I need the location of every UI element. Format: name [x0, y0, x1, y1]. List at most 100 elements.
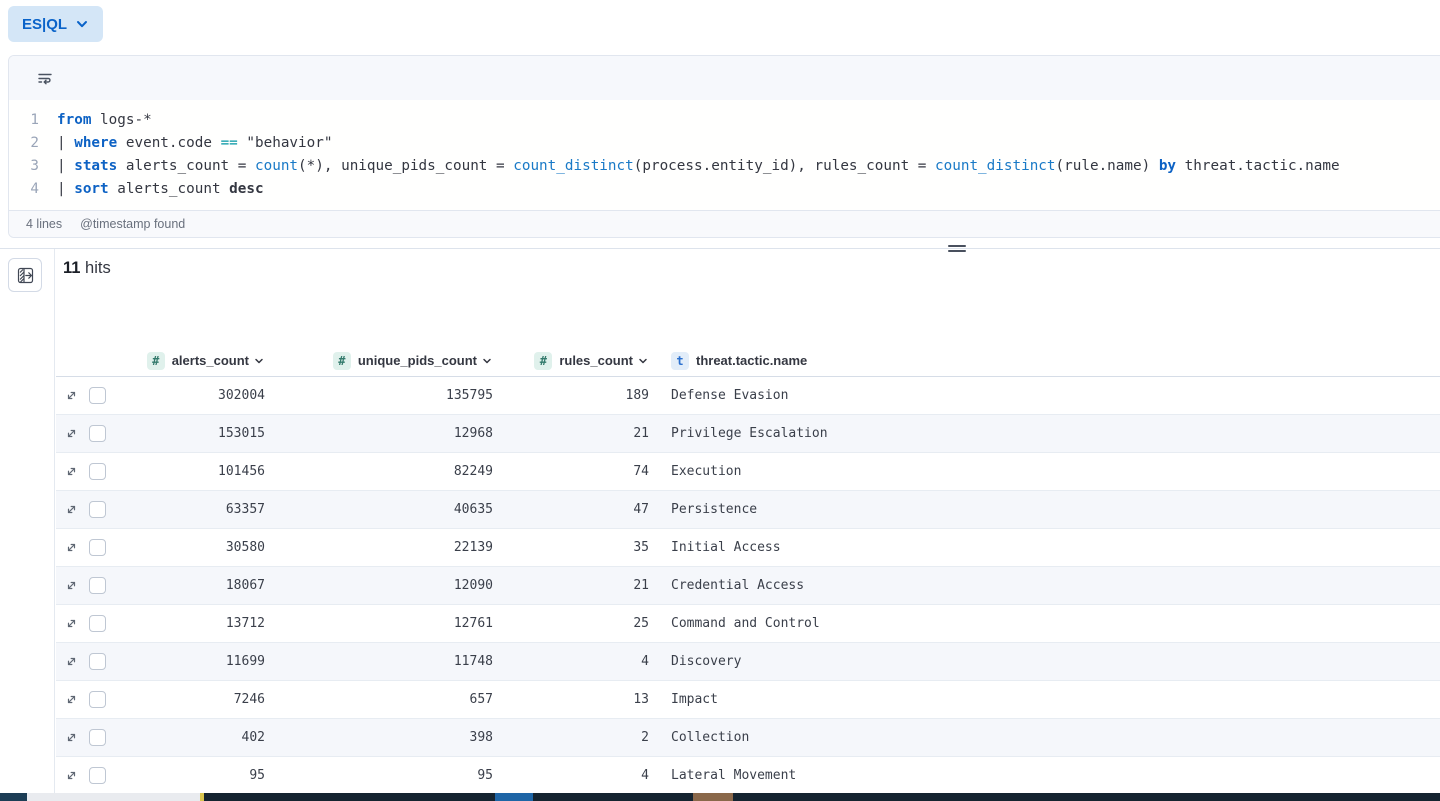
esql-code-editor[interactable]: 1 from logs-* 2 | where event.code == "beha… [9, 100, 1440, 210]
editor-toolbar [9, 56, 1440, 100]
editor-line-count: 4 lines [26, 217, 62, 231]
code-line: 2 | where event.code == "behavior" [9, 132, 1440, 155]
cell-alerts_count: 7246 [117, 692, 273, 707]
code-text: | stats alerts_count = count(*), unique_… [57, 155, 1340, 178]
panel-open-icon [17, 267, 34, 284]
expand-row-button[interactable] [63, 768, 79, 784]
number-type-icon: # [333, 352, 351, 370]
resize-handle[interactable] [948, 245, 966, 252]
column-header-threat.tactic.name[interactable]: tthreat.tactic.name [657, 352, 1440, 370]
column-header-alerts_count[interactable]: #alerts_count [117, 352, 273, 370]
keyword-type-icon: t [671, 352, 689, 370]
hits-label: hits [85, 259, 111, 277]
table-row: 724665713Impact [56, 681, 1440, 719]
chevron-down-icon [481, 355, 493, 367]
cell-threat-tactic-name: Command and Control [657, 616, 1440, 631]
cell-threat-tactic-name: Collection [657, 730, 1440, 745]
expand-row-button[interactable] [63, 502, 79, 518]
expand-row-button[interactable] [63, 578, 79, 594]
expand-icon [65, 731, 78, 744]
cell-unique_pids_count: 12761 [273, 616, 501, 631]
cell-threat-tactic-name: Initial Access [657, 540, 1440, 555]
collapsed-sidebar-rail [0, 249, 55, 793]
table-row: 11699117484Discovery [56, 643, 1440, 681]
row-select-checkbox[interactable] [89, 539, 106, 556]
row-select-checkbox[interactable] [89, 729, 106, 746]
table-row: 633574063547Persistence [56, 491, 1440, 529]
table-row: 1530151296821Privilege Escalation [56, 415, 1440, 453]
cell-threat-tactic-name: Defense Evasion [657, 388, 1440, 403]
row-controls [56, 653, 117, 670]
row-select-checkbox[interactable] [89, 501, 106, 518]
row-controls [56, 425, 117, 442]
line-number: 2 [9, 132, 39, 155]
expand-icon [65, 465, 78, 478]
strip-segment [204, 793, 495, 801]
expand-icon [65, 693, 78, 706]
line-wrap-button[interactable] [29, 62, 61, 94]
line-number: 3 [9, 155, 39, 178]
hits-count: 11 [63, 259, 80, 277]
cell-alerts_count: 11699 [117, 654, 273, 669]
strip-segment [0, 793, 27, 801]
expand-row-button[interactable] [63, 692, 79, 708]
row-select-checkbox[interactable] [89, 577, 106, 594]
esql-mode-button[interactable]: ES|QL [8, 6, 103, 42]
expand-icon [65, 617, 78, 630]
cell-rules_count: 25 [501, 616, 657, 631]
cell-alerts_count: 18067 [117, 578, 273, 593]
line-number: 1 [9, 109, 39, 132]
bottom-clipped-strip [0, 793, 1440, 801]
table-row: 137121276125Command and Control [56, 605, 1440, 643]
row-controls [56, 387, 117, 404]
expand-icon [65, 655, 78, 668]
expand-icon [65, 579, 78, 592]
results-data-grid: #alerts_count#unique_pids_count#rules_co… [56, 345, 1440, 801]
expand-row-button[interactable] [63, 464, 79, 480]
cell-threat-tactic-name: Privilege Escalation [657, 426, 1440, 441]
table-row: 302004135795189Defense Evasion [56, 377, 1440, 415]
row-select-checkbox[interactable] [89, 615, 106, 632]
code-line: 4| sort alerts_count desc [9, 178, 1440, 201]
cell-unique_pids_count: 12968 [273, 426, 501, 441]
cell-alerts_count: 63357 [117, 502, 273, 517]
code-text: | where event.code == "behavior" [57, 132, 332, 155]
column-header-rules_count[interactable]: #rules_count [501, 352, 657, 370]
expand-row-button[interactable] [63, 654, 79, 670]
cell-unique_pids_count: 135795 [273, 388, 501, 403]
column-header-unique_pids_count[interactable]: # unique_pids_count [273, 352, 501, 370]
code-line: 1 from logs-* [9, 109, 1440, 132]
row-select-checkbox[interactable] [89, 463, 106, 480]
expand-row-button[interactable] [63, 616, 79, 632]
cell-alerts_count: 153015 [117, 426, 273, 441]
row-select-checkbox[interactable] [89, 653, 106, 670]
cell-unique_pids_count: 12090 [273, 578, 501, 593]
cell-rules_count: 21 [501, 578, 657, 593]
cell-rules_count: 13 [501, 692, 657, 707]
row-controls [56, 577, 117, 594]
cell-threat-tactic-name: Discovery [657, 654, 1440, 669]
row-select-checkbox[interactable] [89, 425, 106, 442]
expand-row-button[interactable] [63, 426, 79, 442]
cell-alerts_count: 302004 [117, 388, 273, 403]
row-select-checkbox[interactable] [89, 387, 106, 404]
panel-divider [0, 248, 1440, 249]
code-text: from logs-* [57, 109, 152, 132]
cell-threat-tactic-name: Execution [657, 464, 1440, 479]
cell-rules_count: 21 [501, 426, 657, 441]
expand-row-button[interactable] [63, 730, 79, 746]
cell-rules_count: 47 [501, 502, 657, 517]
line-wrap-icon [37, 70, 53, 86]
row-controls [56, 729, 117, 746]
cell-unique_pids_count: 11748 [273, 654, 501, 669]
expand-row-button[interactable] [63, 388, 79, 404]
chevron-down-icon [75, 17, 89, 31]
strip-segment [533, 793, 693, 801]
number-type-icon: # [147, 352, 165, 370]
row-select-checkbox[interactable] [89, 691, 106, 708]
cell-rules_count: 4 [501, 654, 657, 669]
row-select-checkbox[interactable] [89, 767, 106, 784]
expand-row-button[interactable] [63, 540, 79, 556]
open-sidebar-button[interactable] [8, 258, 42, 292]
column-header-label: unique_pids_count [358, 353, 477, 368]
